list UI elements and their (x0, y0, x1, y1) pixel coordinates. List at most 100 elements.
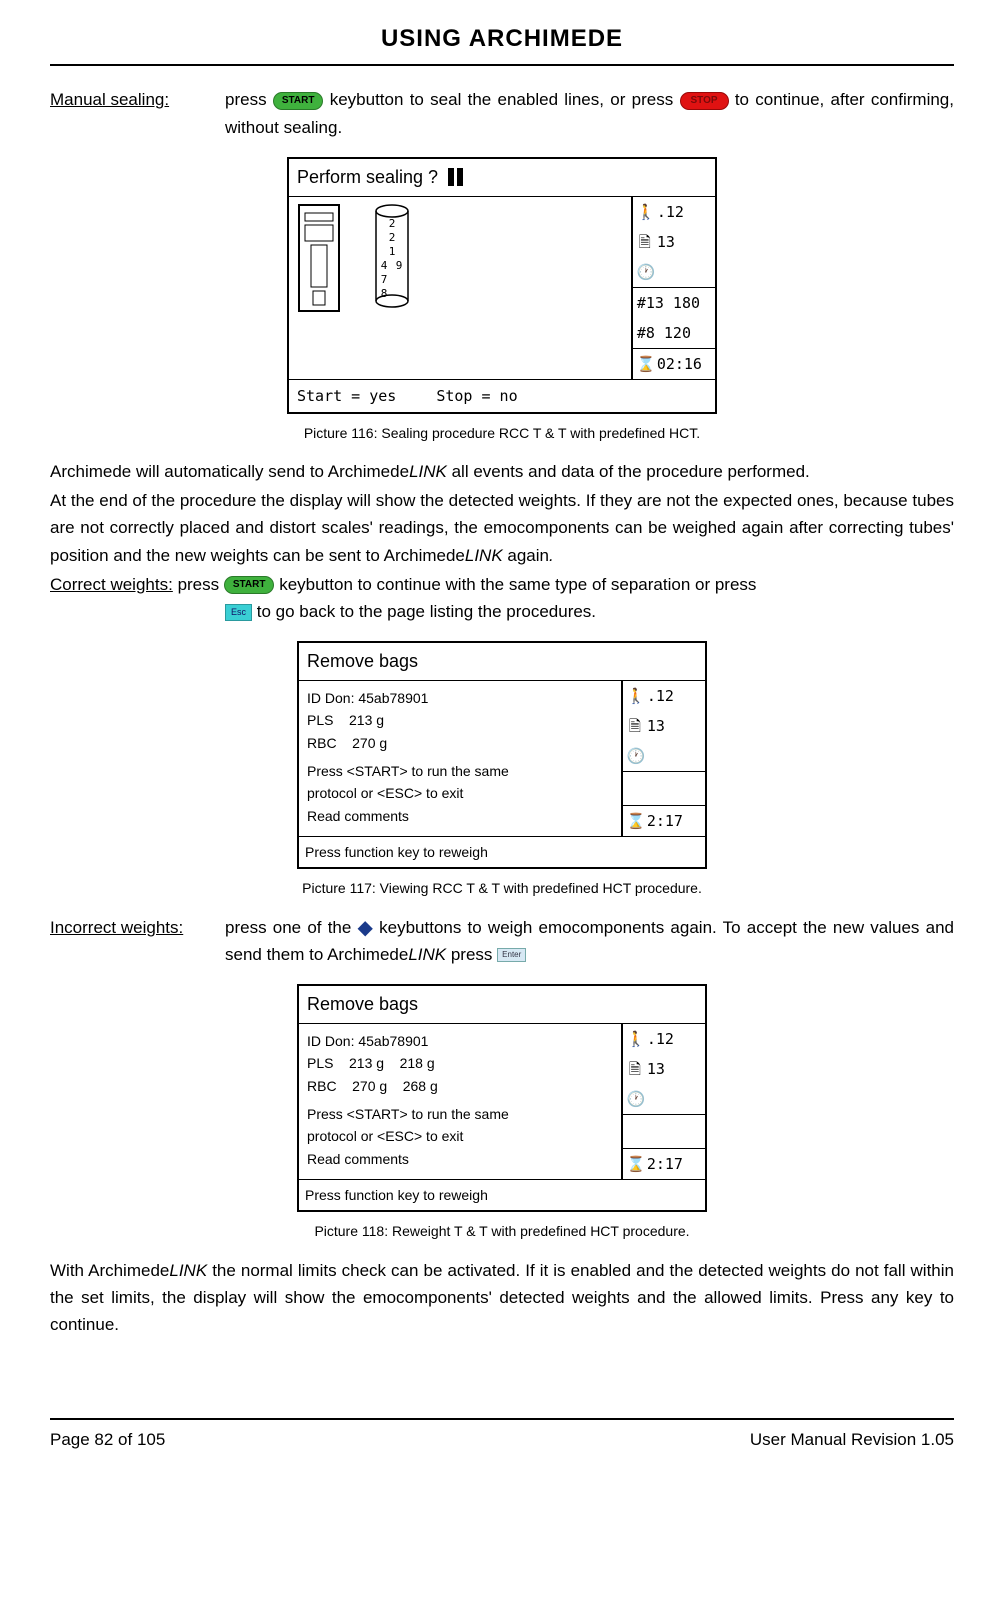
manual-sealing-label: Manual sealing: (50, 86, 169, 113)
device-title-text: Remove bags (307, 990, 418, 1019)
side-val: 02:16 (657, 352, 702, 376)
side-val: 2:17 (647, 809, 683, 833)
correct-weights-cont: Esc to go back to the page listing the p… (50, 598, 954, 625)
id-line: ID Don: 45ab78901 (307, 687, 613, 709)
title-bars-icon (448, 168, 463, 186)
instr-line: protocol or <ESC> to exit (307, 782, 613, 804)
clock-icon: 🕐 (627, 1087, 643, 1111)
side-val: 13 (647, 714, 665, 738)
header-rule (50, 64, 954, 66)
link-text: LINK (465, 546, 503, 565)
text: Archimede will automatically send to Arc… (50, 462, 409, 481)
page-number: Page 82 of 105 (50, 1426, 165, 1453)
side-val: .12 (657, 200, 684, 224)
svg-text:2: 2 (389, 217, 396, 230)
paragraph-2: At the end of the procedure the display … (50, 487, 954, 569)
side-val: .12 (647, 1027, 674, 1051)
revision-label: User Manual Revision 1.05 (750, 1426, 954, 1453)
diamond-arrow-icon: ◆ (358, 918, 373, 938)
caption-116: Picture 116: Sealing procedure RCC T & T… (50, 422, 954, 444)
screen-117-wrap: Remove bags ID Don: 45ab78901 PLS 213 g … (50, 641, 954, 869)
side-val: 13 (647, 1057, 665, 1081)
start-button-icon: START (273, 92, 324, 110)
side-val: .12 (647, 684, 674, 708)
rbc-line: RBC 270 g (307, 732, 613, 754)
svg-text:2: 2 (389, 231, 396, 244)
document-icon: 🗎 (627, 714, 643, 738)
footer-rule (50, 1418, 954, 1420)
document-icon: 🗎 (627, 1057, 643, 1081)
device-screen-117: Remove bags ID Don: 45ab78901 PLS 213 g … (297, 641, 707, 869)
final-paragraph: With ArchimedeLINK the normal limits che… (50, 1257, 954, 1339)
text: press one of the (225, 918, 358, 937)
text: again (503, 546, 549, 565)
page-footer: Page 82 of 105 User Manual Revision 1.05 (50, 1426, 954, 1453)
hourglass-icon: ⌛ (637, 352, 653, 376)
page-header: USING ARCHIMEDE (50, 20, 954, 64)
pls-line: PLS 213 g 218 g (307, 1052, 613, 1074)
clock-icon: 🕐 (637, 260, 653, 284)
link-text: LINK (408, 945, 446, 964)
device-title-text: Remove bags (307, 647, 418, 676)
text: press (225, 90, 273, 109)
manual-sealing-row: Manual sealing: press START keybutton to… (50, 86, 954, 140)
screen-118-wrap: Remove bags ID Don: 45ab78901 PLS 213 g … (50, 984, 954, 1212)
hourglass-icon: ⌛ (627, 1152, 643, 1176)
device-footer: Press function key to reweigh (299, 1179, 705, 1210)
start-button-icon: START (224, 576, 275, 594)
text: . (549, 546, 554, 565)
instr-line: Press <START> to run the same (307, 760, 613, 782)
link-text: LINK (169, 1261, 207, 1280)
text: keybutton to continue with the same type… (279, 575, 756, 594)
stop-no: Stop = no (436, 384, 517, 408)
side-val: #13 180 (637, 291, 700, 315)
esc-button-icon: Esc (225, 604, 252, 621)
hourglass-icon: ⌛ (627, 809, 643, 833)
rbc-line: RBC 270 g 268 g (307, 1075, 613, 1097)
device-title: Perform sealing ? (289, 159, 715, 197)
person-icon: 🚶 (637, 200, 653, 224)
incorrect-weights-label: Incorrect weights: (50, 914, 183, 941)
device-screen-116: Perform sealing ? (287, 157, 717, 414)
person-icon: 🚶 (627, 684, 643, 708)
instr-line: Press <START> to run the same (307, 1103, 613, 1125)
start-yes: Start = yes (297, 384, 396, 408)
caption-117: Picture 117: Viewing RCC T & T with pred… (50, 877, 954, 899)
text: keybutton to seal the enabled lines, or … (330, 90, 680, 109)
text: all events and data of the procedure per… (447, 462, 810, 481)
clock-icon: 🕐 (627, 744, 643, 768)
text: press (178, 575, 224, 594)
document-icon: 🗎 (637, 230, 653, 254)
screen-116-wrap: Perform sealing ? (50, 157, 954, 414)
side-val: 2:17 (647, 1152, 683, 1176)
caption-118: Picture 118: Reweight T & T with predefi… (50, 1220, 954, 1242)
device-footer: Press function key to reweigh (299, 836, 705, 867)
side-val: #8 120 (637, 321, 691, 345)
instr-line: protocol or <ESC> to exit (307, 1125, 613, 1147)
paragraph-1: Archimede will automatically send to Arc… (50, 458, 954, 485)
device-title: Remove bags (299, 643, 705, 681)
stop-button-icon: STOP (680, 92, 729, 110)
cylinder-diagram-icon: 2 2 1 4 9 7 8 (373, 203, 411, 313)
person-icon: 🚶 (627, 1027, 643, 1051)
device-title-text: Perform sealing ? (297, 163, 438, 192)
incorrect-weights-row: Incorrect weights: press one of the ◆ ke… (50, 914, 954, 968)
pls-line: PLS 213 g (307, 709, 613, 731)
device-screen-118: Remove bags ID Don: 45ab78901 PLS 213 g … (297, 984, 707, 1212)
text: press (446, 945, 497, 964)
correct-weights-block: Correct weights: press START keybutton t… (50, 571, 954, 598)
id-line: ID Don: 45ab78901 (307, 1030, 613, 1052)
instr-line: Read comments (307, 1148, 613, 1170)
svg-text:8: 8 (381, 287, 388, 300)
svg-text:7: 7 (381, 273, 388, 286)
enter-button-icon: Enter (497, 948, 526, 962)
text: to go back to the page listing the proce… (257, 602, 596, 621)
press-diagram-icon (297, 203, 357, 313)
text: With Archimede (50, 1261, 169, 1280)
instr-line: Read comments (307, 805, 613, 827)
link-text: LINK (409, 462, 447, 481)
svg-text:9: 9 (396, 259, 403, 272)
correct-weights-label: Correct weights: (50, 571, 173, 598)
svg-text:4: 4 (381, 259, 388, 272)
side-val: 13 (657, 230, 675, 254)
